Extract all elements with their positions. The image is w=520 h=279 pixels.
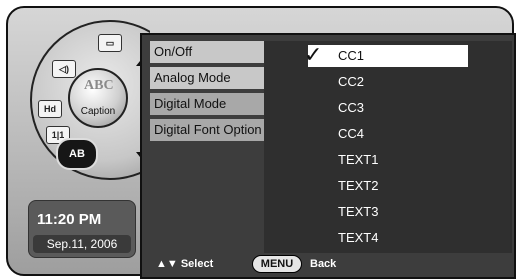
option-cc1[interactable]: ✓ CC1 <box>304 44 468 67</box>
option-label: TEXT3 <box>338 204 379 219</box>
clock-panel: 11:20 PM Sep.11, 2006 <box>28 200 136 258</box>
antenna-icon[interactable]: Hd <box>38 100 62 118</box>
clock-time: 11:20 PM <box>37 211 102 228</box>
speaker-icon[interactable]: ◁) <box>52 60 76 78</box>
option-text1[interactable]: TEXT1 <box>308 149 468 171</box>
caption-menu-panel: On/Off Analog Mode Digital Mode Digital … <box>140 33 516 279</box>
option-text3[interactable]: TEXT3 <box>308 201 468 223</box>
menu-item-on-off[interactable]: On/Off <box>150 41 268 63</box>
menu-list: On/Off Analog Mode Digital Mode Digital … <box>150 41 268 145</box>
analog-mode-submenu: ✓ CC1 CC2 CC3 CC4 TEXT1 TEXT2 TEXT3 TEXT… <box>264 41 512 253</box>
option-cc2[interactable]: CC2 <box>308 71 468 93</box>
caption-button[interactable]: ABC Caption <box>68 68 128 128</box>
tv-osd-frame: ▭ ◁) Hd 1|1 ABC Caption AB 11:20 PM Sep.… <box>6 6 516 279</box>
back-hint: Back <box>310 258 337 270</box>
category-dial: ▭ ◁) Hd 1|1 ABC Caption AB <box>30 20 152 200</box>
option-label: CC3 <box>338 100 365 115</box>
option-text2[interactable]: TEXT2 <box>308 175 468 197</box>
caption-logo: ABC <box>84 78 114 93</box>
select-hint: ▲▼ Select <box>156 258 214 270</box>
option-cc4[interactable]: CC4 <box>308 123 468 145</box>
option-text4[interactable]: TEXT4 <box>308 227 468 249</box>
option-label: TEXT4 <box>338 230 379 245</box>
option-label: CC4 <box>338 126 365 141</box>
option-label: CC2 <box>338 74 365 89</box>
help-footer: ▲▼ Select MENU Back <box>150 253 510 275</box>
menu-item-digital-font-option[interactable]: Digital Font Option <box>150 119 268 141</box>
menu-item-analog-mode[interactable]: Analog Mode <box>150 67 268 89</box>
option-cc3[interactable]: CC3 <box>308 97 468 119</box>
clock-date: Sep.11, 2006 <box>33 235 131 253</box>
menu-item-digital-mode[interactable]: Digital Mode <box>150 93 268 115</box>
option-label: TEXT1 <box>338 152 379 167</box>
checkmark-icon: ✓ <box>304 42 323 67</box>
menu-button[interactable]: MENU <box>252 255 302 273</box>
ab-button[interactable]: AB <box>56 138 98 170</box>
option-label: CC1 <box>338 48 365 63</box>
caption-label: Caption <box>80 106 116 117</box>
option-label: TEXT2 <box>338 178 379 193</box>
tv-icon[interactable]: ▭ <box>98 34 122 52</box>
